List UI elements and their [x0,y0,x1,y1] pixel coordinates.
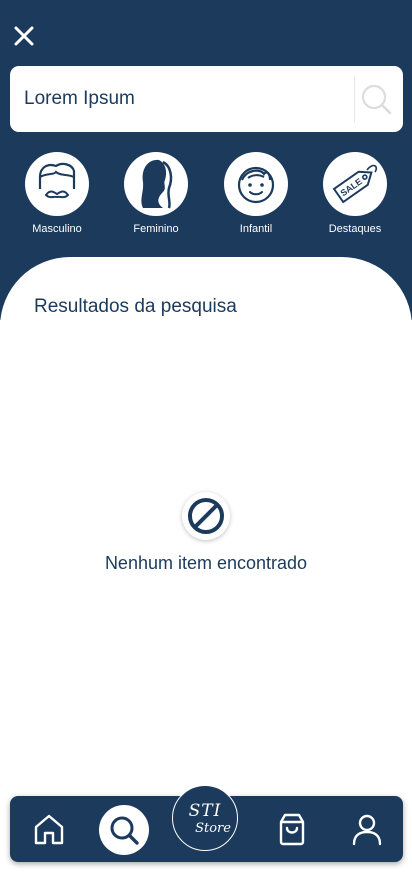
close-button[interactable] [10,22,38,50]
category-label: Infantil [239,223,273,235]
sale-tag-icon: SALE [332,164,378,204]
search-icon [361,84,392,115]
search-divider [354,76,355,122]
close-icon [14,26,34,46]
category-circle [124,152,188,216]
category-label: Feminino [133,223,179,235]
nav-home-button[interactable] [25,805,73,853]
search-box [10,66,403,132]
child-face-icon [237,166,275,204]
store-logo-line1: STI [188,801,222,821]
store-logo-button[interactable]: STI Store [172,785,238,851]
bag-icon [279,813,305,846]
nav-search-button[interactable] [99,805,149,855]
category-infantil[interactable]: Infantil [211,152,301,235]
woman-silhouette-icon [141,159,173,209]
category-label: Destaques [328,223,382,235]
sale-tag-text: SALE [338,176,363,198]
nav-profile-button[interactable] [343,805,391,853]
search-icon [110,816,139,845]
results-title: Resultados da pesquisa [34,296,237,317]
category-label: Masculino [32,223,82,235]
category-circle: SALE [323,152,387,216]
search-input[interactable] [24,66,344,132]
category-circle [224,152,288,216]
category-destaques[interactable]: SALE Destaques [310,152,400,235]
category-feminino[interactable]: Feminino [111,152,201,235]
category-circle [25,152,89,216]
bottom-nav: STI Store [10,785,403,862]
store-logo-line2: Store [195,821,231,836]
empty-state-icon-wrapper [182,492,230,540]
home-icon [34,814,64,845]
results-panel: Resultados da pesquisa Nenhum item encon… [0,257,412,875]
user-icon [352,814,382,846]
search-submit-button[interactable] [360,83,392,115]
empty-state-message: Nenhum item encontrado [104,553,308,573]
man-face-icon [38,162,76,199]
no-results-icon [188,498,224,534]
nav-bag-button[interactable] [268,805,316,853]
category-masculino[interactable]: Masculino [12,152,102,235]
